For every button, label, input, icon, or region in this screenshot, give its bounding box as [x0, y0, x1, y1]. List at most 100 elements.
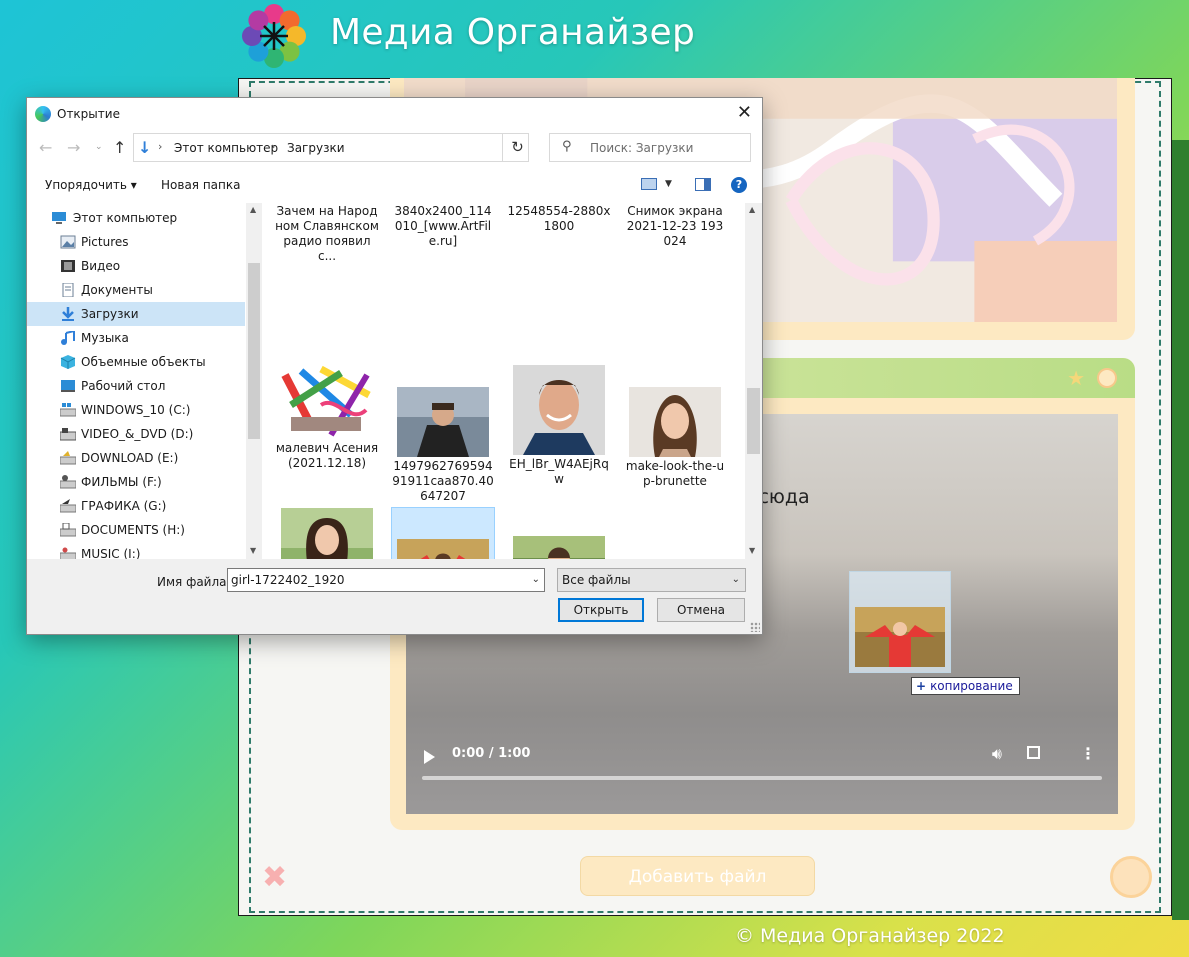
nav-item-drive-c[interactable]: WINDOWS_10 (C:) — [27, 398, 245, 422]
chevron-down-icon[interactable]: ▼ — [665, 179, 672, 189]
resize-grip-icon[interactable] — [750, 622, 760, 632]
file-item[interactable]: 12548554-2880x1800 — [507, 203, 611, 234]
nav-item-drive-d[interactable]: VIDEO_&_DVD (D:) — [27, 422, 245, 446]
file-list-scrollbar[interactable] — [745, 203, 762, 559]
filename-value: girl-1722402_1920 — [231, 573, 345, 587]
man-outdoor-thumbnail — [513, 536, 605, 559]
file-name: make-look-the-up-brunette — [625, 459, 725, 488]
nav-item-drive-g[interactable]: ГРАФИКА (G:) — [27, 494, 245, 518]
file-item[interactable]: малевич Асения (2021.12.18) — [275, 365, 379, 471]
round-action-button[interactable] — [1110, 856, 1152, 898]
abstract-painting-thumbnail — [281, 365, 373, 439]
search-input[interactable]: ⚲ Поиск: Загрузки — [549, 133, 751, 162]
scroll-down-icon[interactable]: ▼ — [250, 546, 256, 555]
nav-item-label: MUSIC (I:) — [81, 547, 141, 559]
footer-copyright: © Медиа Органайзер 2022 — [735, 925, 1005, 947]
forward-arrow-icon[interactable]: → — [67, 138, 80, 157]
file-item[interactable]: make-look-the-up-brunette — [623, 365, 727, 489]
edge-browser-icon — [35, 106, 51, 122]
video-controls: 0:00 / 1:00 🔊︎ ⋮ — [406, 744, 1118, 814]
navigation-scrollbar-thumb[interactable] — [248, 263, 260, 439]
file-item[interactable]: 3840x2400_114010_[www.ArtFile.ru] — [391, 203, 495, 249]
nav-item-label: Документы — [81, 283, 153, 297]
up-arrow-icon[interactable]: ↑ — [113, 138, 126, 157]
add-file-button[interactable]: Добавить файл — [580, 856, 815, 896]
nav-item-drive-i[interactable]: MUSIC (I:) — [27, 542, 245, 559]
plus-icon: + — [916, 679, 927, 693]
filename-label: Имя файла: — [157, 575, 231, 589]
nav-item-desktop[interactable]: Рабочий стол — [27, 374, 245, 398]
nav-item-downloads[interactable]: Загрузки — [27, 302, 245, 326]
close-icon[interactable]: ✕ — [737, 102, 752, 123]
address-bar[interactable]: ↓ › Этот компьютер › Загрузки ⌄ — [133, 133, 592, 162]
downloads-folder-icon — [62, 307, 74, 321]
chevron-right-icon[interactable]: › — [271, 140, 275, 153]
man-photo-thumbnail — [397, 387, 489, 457]
file-item[interactable]: 2825242466 — [507, 508, 611, 559]
navigation-pane: Этот компьютер Pictures Видео Документы … — [27, 203, 262, 559]
search-placeholder: Поиск: Загрузки — [590, 141, 694, 155]
dialog-titlebar[interactable]: Открытие ✕ — [27, 98, 762, 129]
nav-item-label: Pictures — [81, 235, 129, 249]
refresh-icon[interactable]: ↻ — [502, 133, 532, 162]
file-item[interactable]: EH_lBr_W4AEjRqw — [507, 365, 611, 487]
nav-item-video[interactable]: Видео — [27, 254, 245, 278]
recent-locations-chevron-icon[interactable]: ⌄ — [95, 142, 103, 152]
open-button[interactable]: Открыть — [558, 598, 644, 622]
documents-folder-icon — [62, 283, 74, 297]
scroll-down-icon[interactable]: ▼ — [749, 546, 755, 555]
app-logo-icon — [242, 4, 306, 68]
filetype-select[interactable]: Все файлы ⌄ — [557, 568, 746, 592]
chevron-down-icon[interactable]: ⌄ — [532, 569, 540, 591]
more-options-icon[interactable]: ⋮ — [1080, 744, 1096, 763]
file-item[interactable]: Зачем на Народном Славянском радио появи… — [275, 203, 379, 264]
dialog-title: Открытие — [57, 107, 120, 121]
file-item-selected[interactable]: girl-1722402_1920 — [391, 507, 495, 559]
new-folder-button[interactable]: Новая папка — [161, 178, 240, 192]
breadcrumb-downloads[interactable]: Загрузки — [287, 141, 345, 155]
file-list-scrollbar-thumb[interactable] — [747, 388, 760, 454]
select-circle-icon[interactable] — [1097, 368, 1117, 388]
copy-tooltip: + копирование — [911, 677, 1020, 695]
nav-item-label: Загрузки — [81, 307, 139, 321]
view-mode-icon[interactable] — [641, 178, 657, 190]
nav-item-documents[interactable]: Документы — [27, 278, 245, 302]
remove-icon[interactable]: ✖ — [262, 860, 287, 895]
nav-item-pictures[interactable]: Pictures — [27, 230, 245, 254]
nav-item-this-pc[interactable]: Этот компьютер — [27, 206, 245, 230]
nav-item-drive-h[interactable]: DOCUMENTS (H:) — [27, 518, 245, 542]
star-icon[interactable]: ★ — [1067, 366, 1085, 390]
nav-item-music[interactable]: Музыка — [27, 326, 245, 350]
volume-icon[interactable]: 🔊︎ — [992, 744, 1002, 764]
nav-item-3d-objects[interactable]: Объемные объекты — [27, 350, 245, 374]
back-arrow-icon[interactable]: ← — [39, 138, 52, 157]
nav-item-label: WINDOWS_10 (C:) — [81, 403, 191, 417]
play-icon[interactable] — [424, 750, 435, 764]
file-item[interactable]: Снимок экрана 2021-12-23 193024 — [623, 203, 727, 249]
filetype-value: Все файлы — [562, 573, 631, 587]
girl-photo-thumbnail — [397, 539, 489, 559]
video-progress-bar[interactable] — [422, 776, 1102, 780]
drag-ghost-preview — [849, 571, 951, 673]
desktop-folder-icon — [61, 380, 75, 392]
drive-icon — [60, 547, 76, 559]
pictures-folder-icon — [60, 235, 76, 249]
nav-item-label: ГРАФИКА (G:) — [81, 499, 167, 513]
nav-item-label: Видео — [81, 259, 121, 273]
chevron-right-icon[interactable]: › — [158, 140, 162, 153]
file-item[interactable]: 149796276959491911caa870.40647207 — [391, 365, 495, 504]
breadcrumb-computer[interactable]: Этот компьютер — [174, 141, 278, 155]
nav-item-drive-f[interactable]: ФИЛЬМЫ (F:) — [27, 470, 245, 494]
cancel-button[interactable]: Отмена — [657, 598, 745, 622]
organize-button[interactable]: Упорядочить ▾ — [45, 178, 137, 192]
file-name: 3840x2400_114010_[www.ArtFile.ru] — [394, 204, 492, 248]
chevron-down-icon[interactable]: ⌄ — [732, 569, 740, 591]
help-icon[interactable]: ? — [731, 177, 747, 193]
file-item[interactable]: d0f7e22a9a2a5889e83096d7e11016116d201e61 — [275, 508, 379, 559]
nav-item-drive-e[interactable]: DOWNLOAD (E:) — [27, 446, 245, 470]
scroll-up-icon[interactable]: ▲ — [749, 205, 755, 214]
fullscreen-icon[interactable] — [1027, 746, 1040, 759]
scroll-up-icon[interactable]: ▲ — [250, 205, 256, 214]
filename-input[interactable]: girl-1722402_1920 ⌄ — [227, 568, 545, 592]
preview-pane-icon[interactable] — [695, 178, 711, 191]
